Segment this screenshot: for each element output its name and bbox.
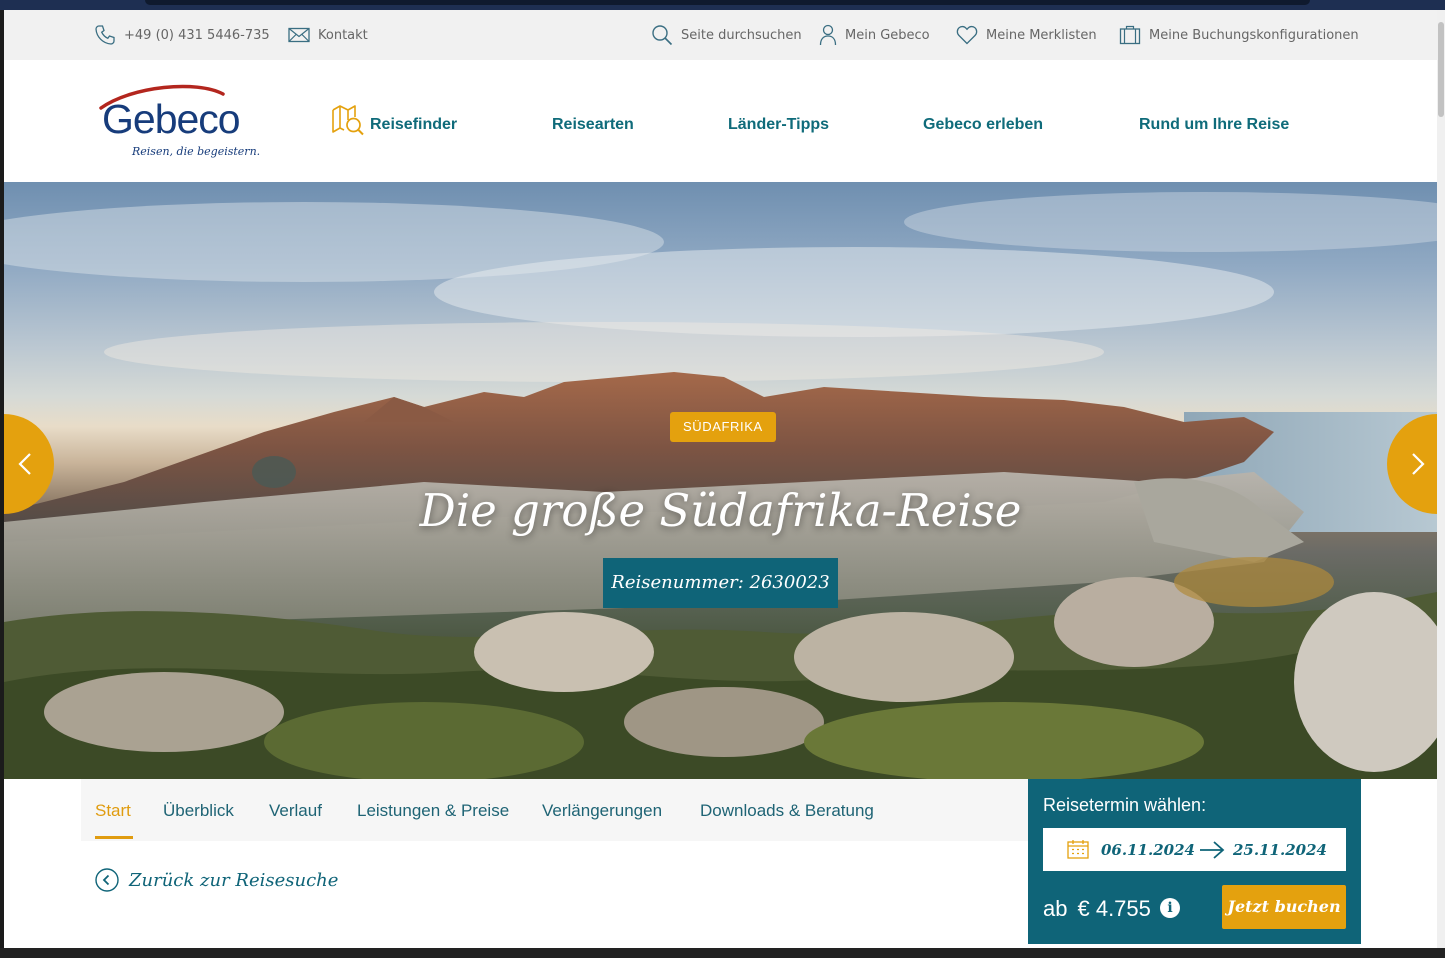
tab-verlaengerungen[interactable]: Verlängerungen: [542, 801, 662, 821]
page: +49 (0) 431 5446-735 Kontakt Seite durch…: [4, 10, 1437, 948]
back-to-search-label: Zurück zur Reisesuche: [129, 869, 339, 891]
mail-icon: [288, 27, 310, 43]
trip-tab-bar: Start Überblick Verlauf Leistungen & Pre…: [81, 779, 1029, 841]
trip-number: Reisenummer: 2630023: [603, 558, 838, 608]
booking-box: Reisetermin wählen: 06.11.2024 25.11.202…: [1028, 779, 1361, 944]
tab-downloads-beratung[interactable]: Downloads & Beratung: [700, 801, 874, 821]
browser-address-strip: [145, 0, 1310, 5]
tab-start[interactable]: Start: [95, 801, 131, 821]
country-badge[interactable]: SÜDAFRIKA: [670, 412, 776, 442]
date-to: 25.11.2024: [1233, 841, 1327, 859]
calendar-icon: [1067, 840, 1089, 859]
hero-banner: SÜDAFRIKA Die große Südafrika-Reise Reis…: [4, 182, 1437, 779]
tab-ueberblick[interactable]: Überblick: [163, 801, 234, 821]
tab-leistungen-preise[interactable]: Leistungen & Preise: [357, 801, 509, 821]
browser-bottom-edge: [0, 948, 1445, 958]
gebeco-logo[interactable]: Gebeco Reisen, die begeistern.: [94, 82, 260, 158]
nav-gebeco-erleben[interactable]: Gebeco erleben: [923, 116, 1043, 134]
logo-wordmark: Gebeco: [102, 96, 241, 142]
nav-rund-um-ihre-reise[interactable]: Rund um Ihre Reise: [1139, 116, 1289, 134]
active-tab-indicator: [95, 836, 133, 839]
heart-icon: [956, 25, 978, 45]
nav-reisearten[interactable]: Reisearten: [552, 116, 634, 134]
arrow-right-icon: [1200, 841, 1225, 859]
account-label: Mein Gebeco: [845, 27, 930, 43]
hero-title: Die große Südafrika-Reise: [419, 484, 1022, 537]
scrollbar-thumb[interactable]: [1438, 22, 1444, 117]
circle-chevron-left-icon: [95, 868, 119, 892]
scrollbar[interactable]: [1437, 10, 1445, 948]
wishlists-link[interactable]: Meine Merklisten: [956, 24, 1097, 46]
tab-verlauf[interactable]: Verlauf: [269, 801, 322, 821]
date-from: 06.11.2024: [1101, 841, 1195, 859]
utility-bar: +49 (0) 431 5446-735 Kontakt Seite durch…: [4, 10, 1437, 60]
nav-laender-tipps[interactable]: Länder-Tipps: [728, 116, 829, 134]
nav-reisefinder[interactable]: Reisefinder: [370, 116, 457, 134]
suitcase-icon: [1119, 25, 1141, 45]
phone-link[interactable]: +49 (0) 431 5446-735: [94, 24, 270, 46]
info-icon[interactable]: i: [1160, 898, 1180, 918]
site-search-link[interactable]: Seite durchsuchen: [651, 24, 802, 46]
price-prefix: ab: [1043, 896, 1068, 921]
booking-configs-label: Meine Buchungskonfigurationen: [1149, 27, 1359, 43]
phone-icon: [94, 24, 116, 46]
chevron-right-icon: [1412, 453, 1425, 475]
contact-link[interactable]: Kontakt: [288, 24, 368, 46]
price-display: ab € 4.755: [1043, 896, 1151, 922]
phone-number: +49 (0) 431 5446-735: [124, 27, 270, 43]
chevron-left-icon: [18, 453, 31, 475]
wishlists-label: Meine Merklisten: [986, 27, 1097, 43]
hero-landscape-image: [4, 192, 1437, 779]
site-header: Gebeco Reisen, die begeistern. Reisefind…: [4, 60, 1437, 182]
search-icon: [651, 24, 673, 46]
user-icon: [819, 24, 837, 46]
booking-title: Reisetermin wählen:: [1043, 795, 1207, 815]
price-value: € 4.755: [1077, 896, 1151, 921]
back-to-search-link[interactable]: Zurück zur Reisesuche: [95, 868, 338, 892]
map-search-icon: [331, 104, 365, 140]
book-now-button[interactable]: Jetzt buchen: [1222, 885, 1346, 929]
browser-top-edge: [0, 0, 1445, 10]
booking-configs-link[interactable]: Meine Buchungskonfigurationen: [1119, 24, 1359, 46]
site-search-label: Seite durchsuchen: [681, 27, 802, 43]
account-link[interactable]: Mein Gebeco: [819, 24, 930, 46]
contact-label: Kontakt: [318, 27, 368, 43]
travel-date-selector[interactable]: 06.11.2024 25.11.2024: [1043, 828, 1346, 871]
logo-tagline: Reisen, die begeistern.: [132, 145, 261, 158]
